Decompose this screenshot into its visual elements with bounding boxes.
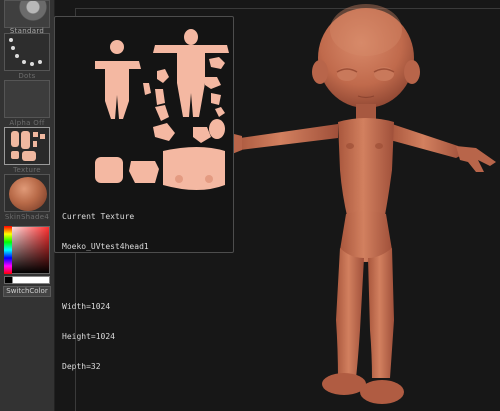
zbrush-window: Standard Dots Alpha Off Texture SkinShad… xyxy=(0,0,500,411)
texture-thumbnail-icon xyxy=(5,128,49,164)
matcap-sphere-icon xyxy=(9,177,47,211)
dots-label: Dots xyxy=(18,72,36,80)
dot-icon xyxy=(9,38,13,42)
standard-brush-tile[interactable] xyxy=(4,0,50,28)
tooltip-heading: Current Texture xyxy=(62,212,135,221)
matcap-label: SkinShade4 xyxy=(4,213,50,221)
dot-icon xyxy=(22,60,26,64)
switch-color-button[interactable]: SwitchColor xyxy=(3,286,51,297)
hue-slider[interactable] xyxy=(4,226,12,274)
main-color-swatch[interactable] xyxy=(12,276,50,284)
dot-icon xyxy=(30,62,34,66)
stroke-dots-tile[interactable] xyxy=(4,33,50,71)
dot-icon xyxy=(11,46,15,50)
texture-info: Current Texture Moeko_UVtest4head1 Width… xyxy=(62,192,149,392)
texture-width: Width=1024 xyxy=(62,302,111,311)
texture-height: Height=1024 xyxy=(62,332,115,341)
dot-icon xyxy=(38,60,42,64)
alpha-tile[interactable] xyxy=(4,80,50,118)
alpha-label: Alpha Off xyxy=(9,119,45,127)
texture-label: Texture xyxy=(13,166,41,174)
material-palette: Standard Dots Alpha Off Texture SkinShad… xyxy=(0,0,55,411)
texture-tooltip: Current Texture Moeko_UVtest4head1 Width… xyxy=(54,16,234,371)
dot-icon xyxy=(15,54,19,58)
matcap-tile[interactable] xyxy=(4,174,50,212)
uv-texture-preview xyxy=(95,29,229,190)
character-model[interactable] xyxy=(220,0,500,411)
texture-tile[interactable] xyxy=(4,127,50,165)
texture-name: Moeko_UVtest4head1 xyxy=(62,242,149,251)
texture-depth: Depth=32 xyxy=(62,362,101,371)
